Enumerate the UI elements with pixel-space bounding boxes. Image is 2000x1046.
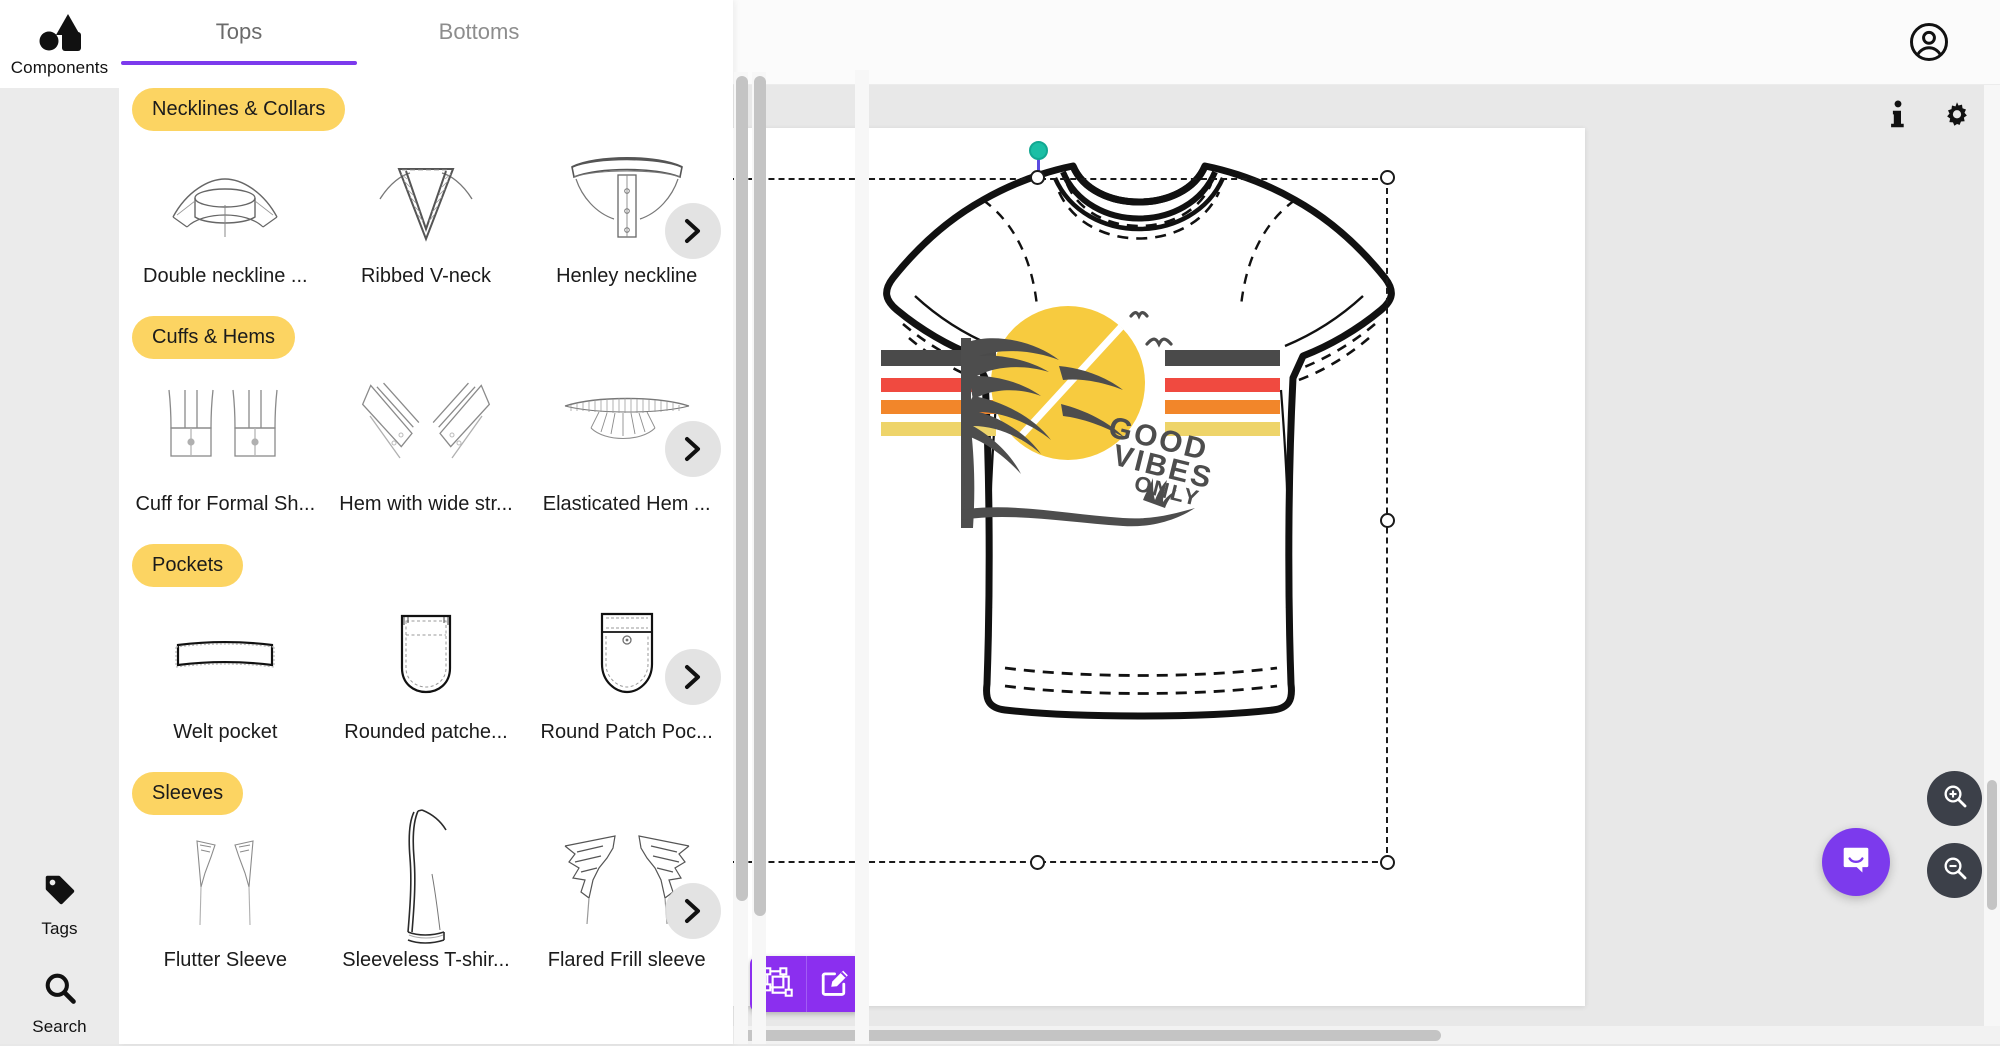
component-label: Ribbed V-neck [360, 265, 492, 287]
canvas-vscrollbar-thumb[interactable] [1987, 780, 1997, 910]
section-badge-necklines: Necklines & Collars [132, 88, 346, 131]
sidebar-item-tags[interactable]: Tags [0, 862, 119, 948]
tags-label: Tags [41, 918, 78, 938]
edit-square-pencil-icon [820, 967, 850, 1002]
tag-icon [42, 872, 78, 913]
section-badge-pockets: Pockets [132, 544, 244, 587]
rotate-handle[interactable] [1029, 141, 1048, 160]
resize-handle-top-right[interactable] [1380, 170, 1395, 185]
component-label: Elasticated Hem ... [542, 493, 711, 515]
component-card[interactable]: Hem with wide str... [326, 363, 527, 526]
gear-icon[interactable] [1942, 100, 1972, 135]
sidebar-item-search[interactable]: Search [0, 960, 119, 1046]
section-badge-cuffs: Cuffs & Hems [132, 316, 295, 359]
panel-tabs: Tops Bottoms [119, 0, 733, 70]
tab-tops[interactable]: Tops [119, 0, 359, 65]
component-label: Double neckline ... [143, 265, 308, 287]
canvas-hscrollbar-thumb[interactable] [741, 1030, 1441, 1041]
component-label: Flared Frill sleeve [547, 949, 706, 971]
next-arrow-cuffs[interactable] [665, 421, 721, 477]
selection-bounding-box [733, 178, 1388, 863]
panel-scrollbar-track-inner [855, 70, 869, 1044]
left-rail: Components Tags Search [0, 0, 119, 1044]
component-card[interactable]: Flutter Sleeve [125, 819, 326, 982]
sidebar-item-components[interactable]: Components [0, 0, 119, 88]
zoom-in-button[interactable] [1927, 771, 1982, 826]
component-card[interactable]: Ribbed V-neck [326, 135, 527, 298]
component-label: Hem with wide str... [339, 493, 513, 515]
section-grid-necklines: Double neckline ... Ribbed V-neck Henley… [119, 135, 733, 298]
resize-handle-middle-right[interactable] [1380, 512, 1395, 528]
component-label: Sleeveless T-shir... [342, 949, 510, 971]
tab-bottoms-label: Bottoms [438, 19, 520, 44]
selection-overlay [733, 141, 1395, 870]
components-label: Components [10, 57, 109, 77]
component-label: Round Patch Poc... [540, 721, 713, 743]
chat-launcher-button[interactable] [1822, 828, 1890, 896]
selection-action-bar [750, 956, 862, 1012]
double-neckline-collar-icon [129, 141, 322, 259]
flutter-sleeve-icon [129, 825, 322, 943]
component-card[interactable]: Rounded patche... [326, 591, 527, 754]
section-badge-sleeves: Sleeves [132, 772, 244, 815]
resize-handle-top-center[interactable] [1030, 170, 1045, 185]
welt-pocket-icon [129, 597, 322, 715]
page-scrollbar-thumb[interactable] [754, 76, 766, 916]
section-grid-pockets: Welt pocket Rounded patche... Round Patc… [119, 591, 733, 754]
component-card[interactable]: Sleeveless T-shir... [326, 809, 527, 982]
search-label: Search [32, 1016, 87, 1036]
ribbed-v-neck-icon [330, 141, 523, 259]
sleeveless-tshirt-icon [330, 809, 523, 944]
component-label: Flutter Sleeve [163, 949, 288, 971]
next-arrow-pockets[interactable] [665, 649, 721, 705]
chat-bubble-icon [1840, 844, 1872, 881]
component-label: Rounded patche... [344, 721, 508, 743]
tab-tops-label: Tops [215, 19, 263, 44]
components-shapes-icon [38, 11, 82, 56]
resize-handle-bottom-right[interactable] [1380, 855, 1395, 870]
formal-shirt-cuff-icon [129, 369, 322, 487]
edit-button[interactable] [806, 956, 862, 1012]
component-card[interactable]: Double neckline ... [125, 135, 326, 298]
canvas-area: GOOD VIBES ONLY [733, 0, 2000, 1044]
component-label: Welt pocket [173, 721, 278, 743]
next-arrow-sleeves[interactable] [665, 883, 721, 939]
top-bar [733, 0, 2000, 85]
zoom-out-button[interactable] [1927, 843, 1982, 898]
canvas-hscrollbar-track[interactable] [733, 1026, 2000, 1044]
wide-strip-hem-icon [330, 369, 523, 487]
components-panel: Tops Bottoms Necklines & Collars Double … [119, 0, 869, 1044]
section-grid-sleeves: Flutter Sleeve Sleeveless T-shir... Flar… [119, 809, 733, 982]
zoom-in-icon [1941, 782, 1969, 815]
section-grid-cuffs: Cuff for Formal Sh... Hem with wide str.… [119, 363, 733, 526]
info-icon[interactable] [1886, 100, 1910, 135]
component-label: Henley neckline [556, 265, 698, 287]
search-icon [42, 970, 78, 1011]
component-card[interactable]: Cuff for Formal Sh... [125, 363, 326, 526]
zoom-out-icon [1941, 854, 1969, 887]
panel-scrollbar-thumb[interactable] [736, 76, 748, 901]
transform-nodes-icon [763, 966, 793, 1002]
next-arrow-necklines[interactable] [665, 203, 721, 259]
resize-handle-bottom-center[interactable] [1030, 855, 1045, 870]
panel-scroll-area[interactable]: Necklines & Collars Double neckline ... … [119, 70, 733, 1044]
component-label: Cuff for Formal Sh... [135, 493, 316, 515]
canvas-tool-row [1886, 100, 1972, 135]
tab-bottoms[interactable]: Bottoms [359, 0, 599, 65]
component-card[interactable]: Welt pocket [125, 591, 326, 754]
rounded-patch-pocket-icon [330, 597, 523, 715]
account-circle-icon[interactable] [1908, 21, 1950, 68]
